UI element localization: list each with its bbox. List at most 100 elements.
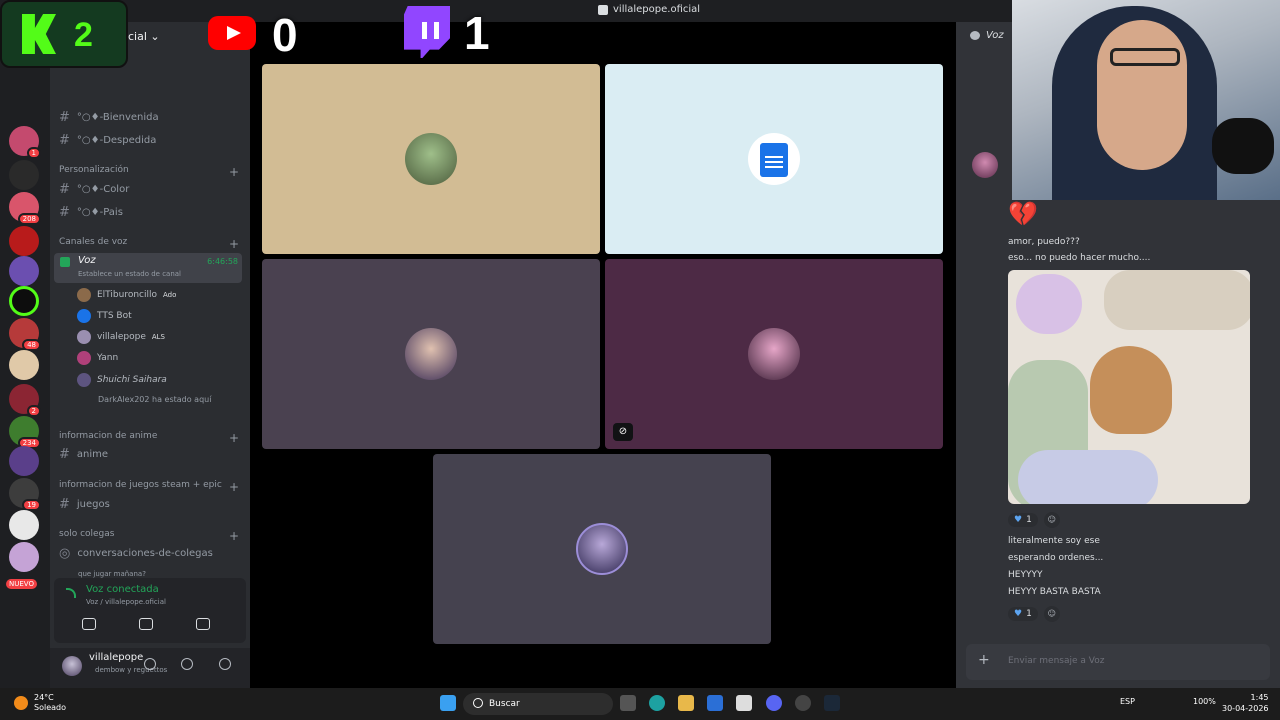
language-indicator[interactable]: ESP (1120, 697, 1135, 706)
plus-icon[interactable]: + (229, 431, 239, 445)
window-title: villalepope.oficial (598, 4, 700, 15)
plus-icon[interactable]: + (229, 237, 239, 251)
start-icon[interactable] (440, 695, 456, 711)
app-icon[interactable] (795, 695, 811, 711)
server-icon[interactable] (9, 256, 39, 286)
add-reaction-icon[interactable]: ☺ (1043, 606, 1060, 622)
server-icon[interactable]: 234 (9, 416, 41, 449)
activities-icon[interactable] (196, 618, 210, 630)
kick-logo-icon (22, 14, 56, 54)
channel-juegos[interactable]: # juegos (59, 497, 110, 512)
server-icon[interactable] (9, 542, 39, 572)
youtube-counter: 0 (272, 9, 298, 61)
camera-off-icon[interactable] (82, 618, 96, 630)
document-icon (760, 143, 788, 177)
voice-timer: 6:46:58 (207, 257, 238, 266)
discord-icon[interactable] (766, 695, 782, 711)
category-solo-colegas[interactable]: solo colegas + (59, 529, 239, 543)
voice-user-left: DarkAlex202 ha estado aquí (98, 395, 212, 404)
category-canales-voz[interactable]: Canales de voz + (59, 237, 239, 251)
server-icon[interactable]: 1 (9, 126, 41, 159)
channel-pais[interactable]: # °○♦-Pais (59, 205, 123, 220)
category-info-anime[interactable]: informacion de anime + (59, 431, 239, 445)
reaction-heart[interactable]: ♥ 1 (1008, 513, 1038, 527)
participant-avatar (405, 133, 457, 185)
task-view-icon[interactable] (620, 695, 636, 711)
server-name[interactable]: cial ⌄ (128, 30, 160, 43)
new-badge: NUEVO (6, 579, 37, 589)
chat-message: HEYYYY (1008, 570, 1043, 580)
channel-status[interactable]: Establece un estado de canal (78, 270, 181, 278)
video-tile[interactable]: ⊘ (605, 259, 943, 449)
plus-icon[interactable]: + (229, 165, 239, 179)
message-input[interactable]: + Enviar mensaje a Voz (966, 644, 1270, 680)
add-reaction-icon[interactable]: ☺ (1043, 512, 1060, 528)
channel-color[interactable]: # °○♦-Color (59, 182, 129, 197)
video-tile[interactable] (262, 259, 600, 449)
video-tile[interactable] (605, 64, 943, 254)
server-icon[interactable] (9, 350, 39, 380)
hash-icon: # (59, 133, 70, 148)
server-icon[interactable] (9, 160, 39, 190)
hash-icon: # (59, 447, 70, 462)
webcam-overlay (1012, 0, 1280, 200)
plus-icon[interactable]: + (229, 529, 239, 543)
signal-icon[interactable] (66, 588, 76, 598)
clock[interactable]: 1:45 30-04-2026 (1222, 692, 1269, 714)
channel-anime[interactable]: # anime (59, 447, 108, 462)
voice-user[interactable]: Shuichi Saihara (77, 373, 167, 387)
gear-icon[interactable] (219, 658, 231, 670)
category-personalizacion[interactable]: Personalización + (59, 165, 239, 179)
server-rail: 1 208 48 2 234 19 NUEVO (0, 22, 50, 688)
battery-indicator[interactable]: 100% (1193, 697, 1216, 706)
weather-widget[interactable]: 24°C Soleado (34, 693, 66, 713)
chat-message: amor, puedo??? (1008, 237, 1080, 247)
app-icon[interactable] (736, 695, 752, 711)
taskbar-search[interactable]: Buscar (463, 693, 613, 715)
avatar (77, 288, 91, 302)
add-attachment-icon[interactable]: + (978, 652, 990, 668)
channel-despedida[interactable]: # °○♦-Despedida (59, 133, 156, 148)
store-icon[interactable] (707, 695, 723, 711)
voice-user[interactable]: TTS Bot (77, 309, 132, 323)
edge-icon[interactable] (649, 695, 665, 711)
weather-icon[interactable] (14, 696, 28, 710)
kick-server-icon[interactable] (9, 286, 39, 316)
server-icon[interactable]: 208 (9, 192, 41, 225)
file-explorer-icon[interactable] (678, 695, 694, 711)
avatar (77, 330, 91, 344)
attached-image[interactable] (1008, 270, 1250, 504)
steam-icon[interactable] (824, 695, 840, 711)
reactions: ♥ 1 ☺ (1008, 606, 1060, 622)
server-icon[interactable] (9, 226, 39, 256)
server-icon[interactable]: 2 (9, 384, 41, 417)
avatar[interactable] (62, 656, 82, 676)
category-info-juegos[interactable]: informacion de juegos steam + epic + (59, 480, 239, 494)
server-icon[interactable]: 48 (9, 318, 41, 351)
screen-share-icon[interactable] (139, 618, 153, 630)
reaction-heart[interactable]: ♥ 1 (1008, 607, 1038, 621)
tts-bot-avatar (748, 133, 800, 185)
twitch-counter: 1 (464, 7, 490, 59)
server-icon[interactable] (9, 446, 39, 476)
plus-icon[interactable]: + (229, 480, 239, 494)
avatar[interactable] (972, 152, 998, 178)
server-icon[interactable]: 19 (9, 478, 41, 511)
headphones-icon[interactable] (181, 658, 193, 670)
video-tile[interactable] (262, 64, 600, 254)
voice-channel-voz[interactable]: Voz 6:46:58 Establece un estado de canal (54, 253, 242, 283)
video-tile[interactable] (433, 454, 771, 644)
user-panel: villalepope dembow y reguettos (50, 648, 250, 688)
server-icon[interactable] (9, 510, 39, 540)
voice-connection-panel: Voz conectada Voz / villalepope.oficial (54, 578, 267, 643)
thread-item[interactable]: que jugar mañana? (78, 570, 146, 578)
channel-conversaciones[interactable]: ◎ conversaciones-de-colegas (59, 546, 213, 561)
mic-icon[interactable] (144, 658, 156, 670)
voice-stage: ⊘ (250, 22, 956, 688)
channel-bienvenida[interactable]: # °○♦-Bienvenida (59, 110, 159, 125)
voice-user[interactable]: villalepope ALS (77, 330, 165, 344)
voice-user[interactable]: ElTiburoncillo Ado (77, 288, 176, 302)
voice-user[interactable]: Yann (77, 351, 118, 365)
microphone-image (1212, 118, 1274, 174)
avatar (77, 373, 91, 387)
